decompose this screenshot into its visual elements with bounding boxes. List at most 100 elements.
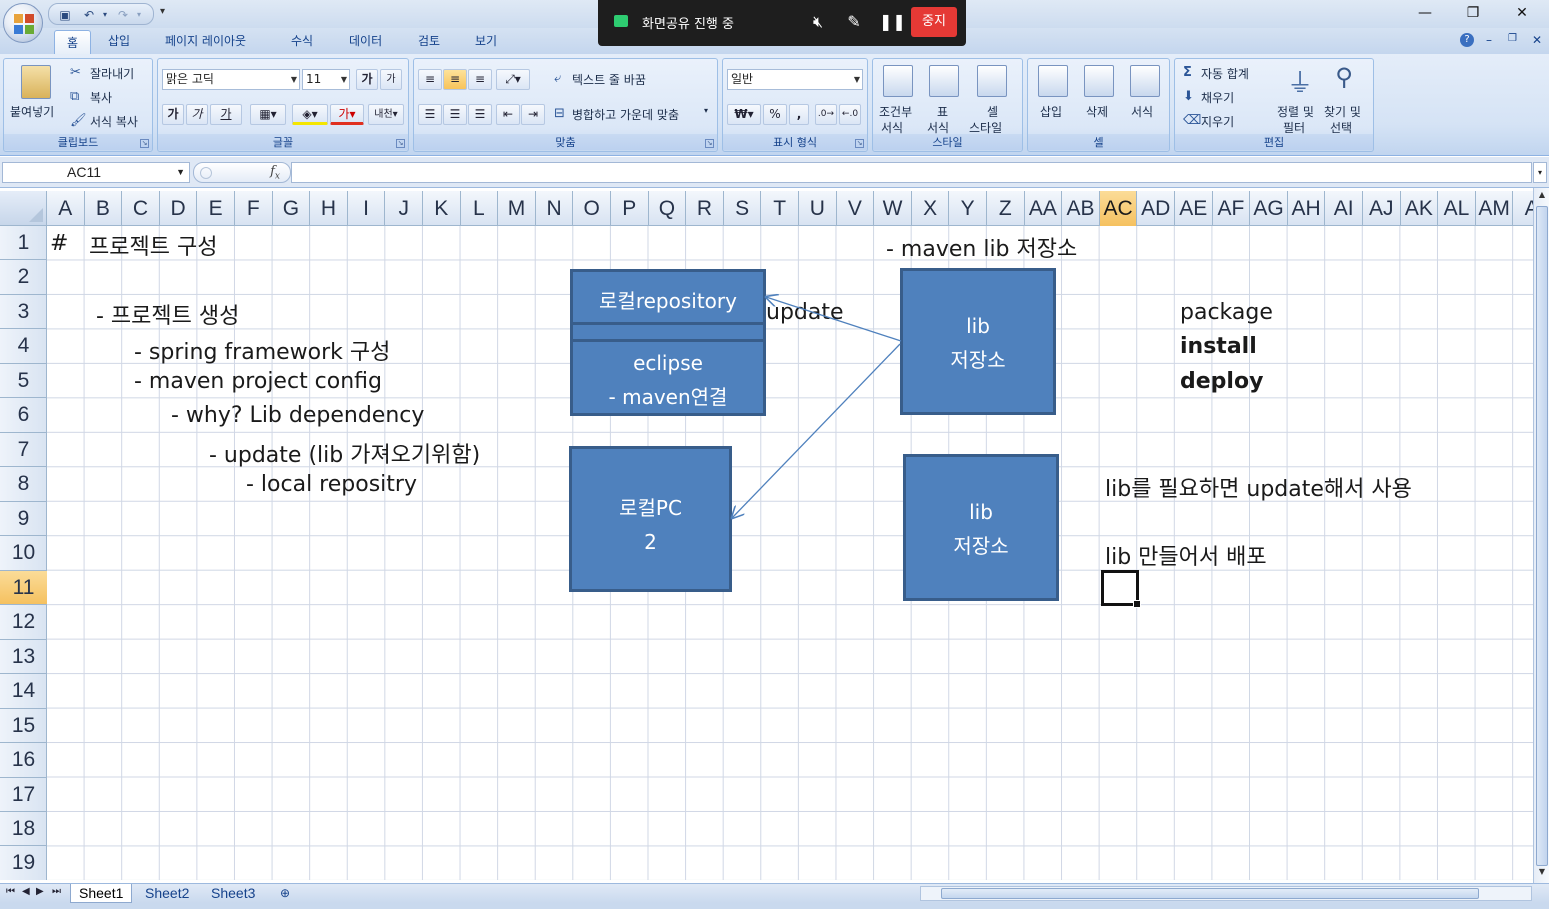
formula-input[interactable] xyxy=(291,162,1532,183)
wrap-text-button[interactable]: 텍스트 줄 바꿈 xyxy=(572,71,646,88)
undo-icon[interactable]: ↶ xyxy=(81,7,97,23)
chevron-down-icon[interactable]: ▼ xyxy=(176,163,185,182)
column-header[interactable]: X xyxy=(912,191,950,226)
column-header[interactable]: M xyxy=(498,191,536,226)
font-size-combo[interactable]: 11 ▼ xyxy=(302,69,350,90)
lib-store-shape-1[interactable]: lib 저장소 xyxy=(900,268,1056,415)
tab-view[interactable]: 보기 xyxy=(475,32,497,49)
cell-c4[interactable]: - spring framework 구성 xyxy=(134,334,390,366)
tab-formulas[interactable]: 수식 xyxy=(291,32,313,49)
column-header[interactable]: Y xyxy=(949,191,987,226)
row-header[interactable]: 4 xyxy=(0,329,47,364)
fill-button[interactable]: 채우기 xyxy=(1201,89,1234,106)
column-header[interactable]: A xyxy=(47,191,85,226)
row-header[interactable]: 8 xyxy=(0,467,47,502)
ribbon-close-icon[interactable]: ✕ xyxy=(1532,33,1542,47)
cell-e7[interactable]: - update (lib 가져오기위함) xyxy=(209,437,480,469)
cell-u3[interactable]: update xyxy=(766,300,844,325)
row-header[interactable]: 18 xyxy=(0,812,47,847)
font-launcher-icon[interactable]: ↘ xyxy=(396,139,405,148)
column-header[interactable]: AM xyxy=(1476,191,1514,226)
column-header[interactable]: AG xyxy=(1250,191,1288,226)
column-header[interactable]: A xyxy=(1513,191,1533,226)
horizontal-scrollbar[interactable] xyxy=(920,886,1532,901)
insert-cells-button[interactable]: 삽입 xyxy=(1040,103,1062,120)
underline-button[interactable]: 가 xyxy=(210,104,242,125)
help-icon[interactable]: ? xyxy=(1460,33,1474,47)
speaker-mute-icon[interactable]: 🔇︎ xyxy=(807,11,829,33)
row-header[interactable]: 5 xyxy=(0,364,47,399)
close-icon[interactable]: ✕ xyxy=(1510,4,1534,22)
cell-ab10[interactable]: lib 만들어서 배포 xyxy=(1105,539,1267,571)
undo-dropdown-icon[interactable]: ▾ xyxy=(97,7,113,23)
first-sheet-icon[interactable]: ⏮ xyxy=(6,886,15,897)
cell-f8[interactable]: - local repositry xyxy=(246,472,417,497)
paste-button[interactable]: 붙여넣기 xyxy=(10,103,54,120)
scroll-up-icon[interactable]: ▲ xyxy=(1536,190,1548,204)
column-header[interactable]: Z xyxy=(987,191,1025,226)
sheet-tab-3[interactable]: Sheet3 xyxy=(203,884,263,903)
column-header[interactable]: N xyxy=(536,191,574,226)
row-header[interactable]: 16 xyxy=(0,743,47,778)
sort-filter-line1[interactable]: 정렬 및 xyxy=(1277,103,1314,120)
ribbon-restore-icon[interactable]: ❐ xyxy=(1508,33,1517,44)
customize-qat-icon[interactable]: ▾ xyxy=(160,6,165,17)
percent-button[interactable]: % xyxy=(763,104,787,125)
fill-color-button[interactable]: ◈▾ xyxy=(292,104,328,125)
column-header[interactable]: L xyxy=(461,191,499,226)
clipboard-launcher-icon[interactable]: ↘ xyxy=(140,139,149,148)
increase-indent-button[interactable]: ⇥ xyxy=(521,104,545,125)
border-button[interactable]: ▦▾ xyxy=(250,104,286,125)
row-header[interactable]: 3 xyxy=(0,295,47,330)
delete-cells-button[interactable]: 삭제 xyxy=(1086,103,1108,120)
cell-ae3[interactable]: package xyxy=(1180,300,1273,325)
expand-formula-icon[interactable]: ▾ xyxy=(1533,162,1547,183)
column-header[interactable]: AC xyxy=(1099,191,1138,226)
align-middle-button[interactable]: ≡ xyxy=(443,69,467,90)
column-header[interactable]: Q xyxy=(649,191,687,226)
redo-dropdown-icon[interactable]: ▾ xyxy=(131,7,147,23)
sheet-tab-1[interactable]: Sheet1 xyxy=(70,884,133,903)
cell-c5[interactable]: - maven project config xyxy=(134,369,382,394)
column-header[interactable]: AK xyxy=(1401,191,1439,226)
last-sheet-icon[interactable]: ⏭ xyxy=(52,886,61,897)
column-header[interactable]: K xyxy=(423,191,461,226)
cut-button[interactable]: 잘라내기 xyxy=(90,65,134,82)
number-format-combo[interactable]: 일반 ▼ xyxy=(727,69,863,90)
paste-icon[interactable] xyxy=(21,65,51,99)
clear-button[interactable]: 지우기 xyxy=(1201,113,1234,130)
row-header[interactable]: 17 xyxy=(0,778,47,812)
row-header[interactable]: 2 xyxy=(0,260,47,295)
find-select-line1[interactable]: 찾기 및 xyxy=(1324,103,1361,120)
eclipse-shape[interactable]: eclipse - maven연결 xyxy=(570,339,766,416)
horizontal-scroll-thumb[interactable] xyxy=(941,888,1479,899)
cell-d6[interactable]: - why? Lib dependency xyxy=(171,403,424,428)
format-cells-button[interactable]: 서식 xyxy=(1131,103,1153,120)
format-painter-button[interactable]: 서식 복사 xyxy=(90,113,138,130)
cell-ab8[interactable]: lib를 필요하면 update해서 사용 xyxy=(1105,471,1412,503)
bold-button[interactable]: 가 xyxy=(162,104,184,125)
grow-font-button[interactable]: 가 xyxy=(356,69,378,90)
redo-icon[interactable]: ↷ xyxy=(115,7,131,23)
select-all-button[interactable] xyxy=(0,191,47,226)
font-color-button[interactable]: 가▾ xyxy=(330,104,364,125)
column-header[interactable]: AH xyxy=(1288,191,1326,226)
column-header[interactable]: W xyxy=(874,191,912,226)
autosum-button[interactable]: 자동 합계 xyxy=(1201,65,1249,82)
prev-sheet-icon[interactable]: ◀ xyxy=(22,886,30,897)
column-header[interactable]: AL xyxy=(1438,191,1476,226)
phonetic-button[interactable]: 내천▾ xyxy=(368,104,404,125)
font-name-combo[interactable]: 맑은 고딕 ▼ xyxy=(162,69,300,90)
column-header[interactable]: O xyxy=(573,191,611,226)
row-header[interactable]: 12 xyxy=(0,605,47,640)
tab-page-layout[interactable]: 페이지 레이아웃 xyxy=(165,32,246,49)
conditional-format-line1[interactable]: 조건부 xyxy=(879,103,912,120)
minimize-icon[interactable]: — xyxy=(1413,4,1437,22)
name-box[interactable]: AC11 ▼ xyxy=(2,162,190,183)
cancel-entry-icon[interactable] xyxy=(200,167,212,179)
column-header[interactable]: S xyxy=(724,191,762,226)
column-header[interactable]: D xyxy=(160,191,198,226)
table-format-line1[interactable]: 표 xyxy=(937,103,948,120)
active-cell-cursor[interactable] xyxy=(1101,570,1141,608)
tab-home[interactable]: 홈 xyxy=(54,30,92,56)
